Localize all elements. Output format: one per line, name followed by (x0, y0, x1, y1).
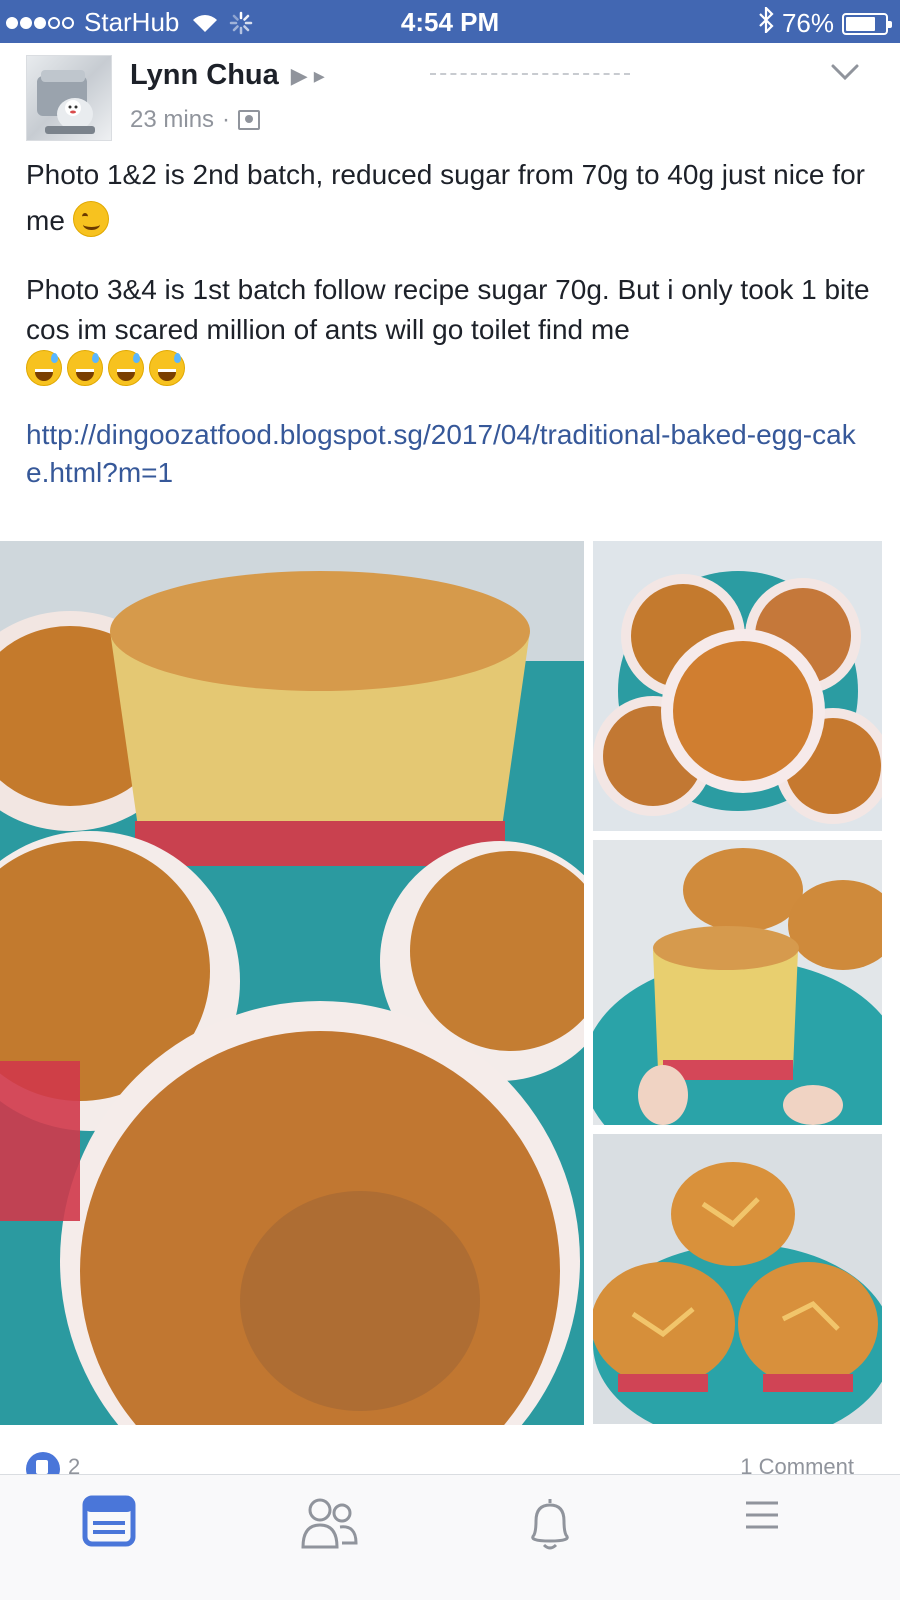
status-bar: StarHub 4:54 PM 76% (0, 0, 900, 43)
tab-menu[interactable] (742, 1495, 802, 1555)
bottom-tab-bar (0, 1474, 900, 1600)
photo-2-cake-tops[interactable] (593, 541, 882, 831)
reactions-bar: 2 1 Comment (0, 1440, 900, 1474)
smiling-face-emoji (72, 201, 109, 237)
photo-1-sponge-cake-closeup[interactable] (0, 541, 584, 1425)
shared-to-arrow-icon: ▶ ▸ (290, 62, 325, 88)
grinning-sweat-emoji (108, 350, 144, 386)
redacted-group-name (430, 73, 630, 79)
post-meta: 23 mins · (130, 106, 261, 134)
grinning-sweat-emoji (149, 350, 185, 386)
battery-percent: 76% (781, 8, 834, 38)
tab-news-feed[interactable] (82, 1495, 142, 1555)
post-paragraph-1: Photo 1&2 is 2nd batch, reduced sugar fr… (26, 159, 865, 237)
comment-count[interactable]: 1 Comment (740, 1454, 854, 1474)
tab-notifications[interactable] (522, 1495, 582, 1555)
photo-4-three-cakes[interactable] (593, 1134, 882, 1424)
friends-icon (301, 1498, 358, 1549)
news-feed-icon (82, 1495, 136, 1547)
post-paragraph-2: Photo 3&4 is 1st batch follow recipe sug… (26, 270, 876, 390)
grinning-sweat-emoji (26, 350, 62, 386)
bell-icon (531, 1499, 569, 1550)
grinning-sweat-emoji (67, 350, 103, 386)
tab-friend-requests[interactable] (300, 1495, 360, 1555)
chevron-down-icon[interactable] (830, 63, 860, 86)
battery-icon (842, 12, 892, 35)
status-right: 76% (758, 5, 892, 40)
photo-3-cake-in-hand[interactable] (593, 840, 882, 1125)
author-name[interactable]: Lynn Chua (130, 59, 279, 92)
post-body: Photo 1&2 is 2nd batch, reduced sugar fr… (26, 152, 876, 492)
post-link[interactable]: http://dingoozatfood.blogspot.sg/2017/04… (26, 416, 876, 492)
like-count[interactable]: 2 (68, 1454, 80, 1474)
hamburger-menu-icon (746, 1501, 778, 1529)
meta-separator: · (222, 106, 231, 133)
post-header: Lynn Chua ▶ ▸ 23 mins · (0, 43, 900, 148)
author-line: Lynn Chua ▶ ▸ (130, 59, 325, 92)
friends-audience-icon (238, 110, 261, 130)
bluetooth-icon (758, 5, 774, 40)
post-timestamp[interactable]: 23 mins (130, 106, 214, 134)
author-avatar[interactable] (26, 55, 112, 141)
like-reaction-icon[interactable] (26, 1452, 60, 1474)
